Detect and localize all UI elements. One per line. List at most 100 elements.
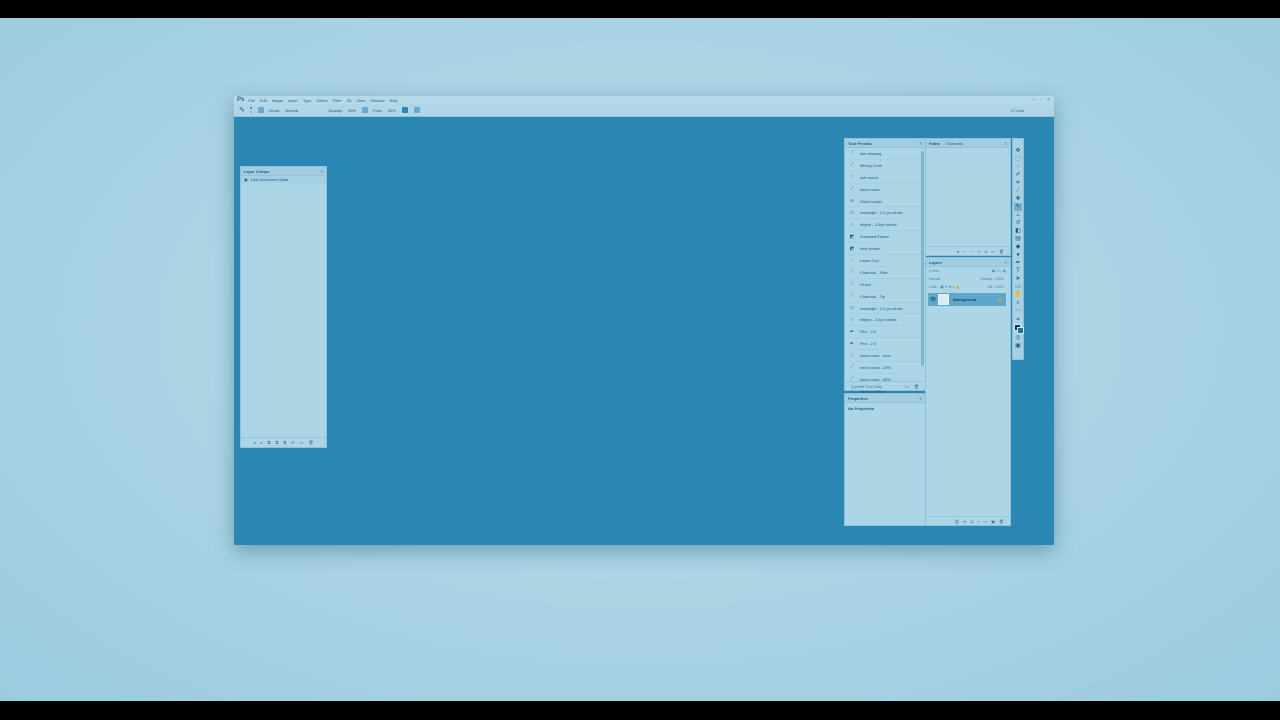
tool-preset-item[interactable]: ✒ Pen - 2.5 xyxy=(845,338,921,351)
hand-tool-icon[interactable]: ✋ xyxy=(1014,291,1022,299)
kind-filter[interactable]: ρ Kind xyxy=(929,269,939,273)
layer-opacity-input[interactable]: 100% xyxy=(995,277,1004,281)
new-comp-icon[interactable]: ▭ xyxy=(300,440,304,445)
menu-layer[interactable]: Layer xyxy=(288,98,298,103)
add-mask-icon[interactable]: ◘ xyxy=(985,249,987,254)
gradient-tool-icon[interactable]: ▤ xyxy=(1014,235,1022,243)
menu-image[interactable]: Image xyxy=(272,98,283,103)
update-comp-icon[interactable]: ⟳ xyxy=(291,440,294,445)
dodge-tool-icon[interactable]: ● xyxy=(1014,251,1022,259)
pen-tool-icon[interactable]: ✒ xyxy=(1014,259,1022,267)
new-layer-icon[interactable]: ▣ xyxy=(991,519,995,524)
background-color-swatch[interactable] xyxy=(1017,327,1024,334)
tool-preset-item[interactable]: ◩ Kneaded Eraser xyxy=(845,231,921,244)
panel-menu-icon[interactable]: ≡ xyxy=(1005,141,1007,146)
more-tools-icon[interactable]: ⋯ xyxy=(1014,307,1022,315)
airbrush-icon[interactable] xyxy=(401,107,408,113)
brush-tool-icon[interactable]: ✎ xyxy=(1014,203,1022,211)
prev-comp-icon[interactable]: ◂ xyxy=(254,440,256,445)
menu-select[interactable]: Select xyxy=(317,98,328,103)
brush-tool-icon[interactable]: ✎ xyxy=(239,106,245,114)
new-preset-icon[interactable]: ▭ xyxy=(905,384,909,389)
tool-preset-item[interactable]: ▭ rectangle - 2.5 px stroke xyxy=(845,207,921,220)
type-tool-icon[interactable]: T xyxy=(1014,267,1022,275)
eyedropper-tool-icon[interactable]: ⁄ xyxy=(1014,187,1022,195)
eraser-tool-icon[interactable]: ◧ xyxy=(1014,227,1022,235)
tool-preset-item[interactable]: ○ ellipse - 2.5px stroke xyxy=(845,219,921,232)
menu-file[interactable]: File xyxy=(248,98,254,103)
menu-edit[interactable]: Edit xyxy=(260,98,267,103)
panel-menu-icon[interactable]: ≡ xyxy=(920,396,922,401)
layer-fill-input[interactable]: 100% xyxy=(995,285,1004,289)
apply-position-icon[interactable]: ⧉ xyxy=(275,440,278,445)
move-tool-icon[interactable]: ✥ xyxy=(1014,147,1022,155)
swap-colors-icon[interactable]: ⇄ xyxy=(1014,315,1022,323)
opacity-input[interactable]: 99% xyxy=(348,108,356,113)
tool-preset-item[interactable]: ○ ellipse - 2.5px stroke xyxy=(845,314,921,327)
mode-select[interactable]: Normal xyxy=(285,108,298,113)
tool-preset-item[interactable]: ⟋ hard round - 10% xyxy=(845,362,921,374)
clone-stamp-tool-icon[interactable]: ⊥ xyxy=(1014,211,1022,219)
menu-3d[interactable]: 3D xyxy=(347,98,352,103)
tool-preset-item[interactable]: ⟋ Charcoal - Tip xyxy=(845,291,921,303)
panel-menu-icon[interactable]: ≡ xyxy=(321,169,323,174)
menu-type[interactable]: Type xyxy=(303,98,312,103)
adjustment-layer-icon[interactable]: ◐ xyxy=(977,519,979,524)
pressure-opacity-icon[interactable] xyxy=(362,107,368,113)
tool-preset-item[interactable]: ✒ Pen - 2.0 xyxy=(845,326,921,339)
crop-tool-icon[interactable]: ⌗ xyxy=(1014,179,1022,187)
add-mask-icon[interactable]: ◘ xyxy=(971,519,973,524)
healing-tool-icon[interactable]: ✚ xyxy=(1014,195,1022,203)
current-tool-only-checkbox[interactable]: Current Tool Only xyxy=(851,384,882,389)
tool-preset-item[interactable]: ⟋ Charcoal - Side xyxy=(845,267,921,279)
visibility-eye-icon[interactable]: 👁 xyxy=(928,297,938,303)
tool-preset-item[interactable]: ⟋ hard round xyxy=(845,184,921,196)
apply-visibility-icon[interactable]: ⧉ xyxy=(268,440,271,445)
screen-mode-icon[interactable]: ▣ xyxy=(1014,342,1022,350)
filter-icons[interactable]: ▣ T ◇ ▤ xyxy=(992,269,1006,273)
tool-preset-item[interactable]: ▭ rectangle - 2.5 px stroke xyxy=(845,303,921,315)
load-selection-icon[interactable]: ⋯ xyxy=(970,249,974,254)
link-layers-icon[interactable]: ⛓ xyxy=(954,519,959,524)
brush-picker[interactable]: ● 2 xyxy=(250,106,252,115)
shape-tool-icon[interactable]: ▭ xyxy=(1014,283,1022,291)
tool-preset-item[interactable]: ◩ vinyl eraser xyxy=(845,243,921,256)
menu-view[interactable]: View xyxy=(357,98,366,103)
brush-panel-icon[interactable] xyxy=(258,107,265,113)
close-button[interactable]: × xyxy=(1047,97,1050,103)
quick-mask-icon[interactable]: ◎ xyxy=(1014,334,1022,342)
new-group-icon[interactable]: ▭ xyxy=(983,519,987,524)
pressure-size-icon[interactable] xyxy=(413,107,420,113)
tool-preset-item[interactable]: ⟋ soft round xyxy=(845,172,921,184)
flow-input[interactable]: 30% xyxy=(388,108,396,113)
make-path-icon[interactable]: ◇ xyxy=(978,249,981,254)
quick-select-tool-icon[interactable]: ✐ xyxy=(1014,171,1022,179)
layer-comp-item[interactable]: ▣ Last Document State xyxy=(241,176,326,183)
lock-icons[interactable]: ▦ ✎ ✥ ⌂ 🔒 xyxy=(940,285,960,289)
tab-paths[interactable]: Paths xyxy=(929,141,940,146)
layer-style-icon[interactable]: fx xyxy=(963,519,966,524)
lasso-tool-icon[interactable]: ◌ xyxy=(1014,163,1022,171)
tool-preset-item[interactable]: ⛀ Paint bucket xyxy=(845,196,921,208)
minimize-button[interactable]: – xyxy=(1033,97,1036,103)
history-brush-tool-icon[interactable]: ↺ xyxy=(1014,219,1022,227)
apply-appearance-icon[interactable]: ⧉ xyxy=(283,440,286,445)
tab-channels[interactable]: Channels xyxy=(946,141,963,146)
tool-preset-item[interactable]: ⟋ hard round - tone xyxy=(845,350,921,363)
menu-window[interactable]: Window xyxy=(370,98,384,103)
panel-menu-icon[interactable]: ≡ xyxy=(920,141,922,146)
tool-preset-item[interactable]: ⟋ line drawing xyxy=(845,148,921,160)
marquee-tool-icon[interactable]: ⬚ xyxy=(1014,155,1022,163)
tool-preset-item[interactable]: ◌ Lasso Tool xyxy=(845,255,921,267)
next-comp-icon[interactable]: ▸ xyxy=(261,440,263,445)
delete-path-icon[interactable]: 🗑 xyxy=(999,249,1004,254)
menu-help[interactable]: Help xyxy=(390,98,398,103)
tool-preset-item[interactable]: ⟋ Mixing Cloth xyxy=(845,160,921,172)
delete-layer-icon[interactable]: 🗑 xyxy=(999,519,1004,524)
color-swatches[interactable] xyxy=(1014,324,1024,334)
blur-tool-icon[interactable]: ◆ xyxy=(1014,243,1022,251)
menu-filter[interactable]: Filter xyxy=(333,98,342,103)
workspace-switcher[interactable]: 27 inch xyxy=(1011,108,1024,113)
delete-comp-icon[interactable]: 🗑 xyxy=(308,440,313,445)
restore-button[interactable]: ▫ xyxy=(1040,97,1042,103)
